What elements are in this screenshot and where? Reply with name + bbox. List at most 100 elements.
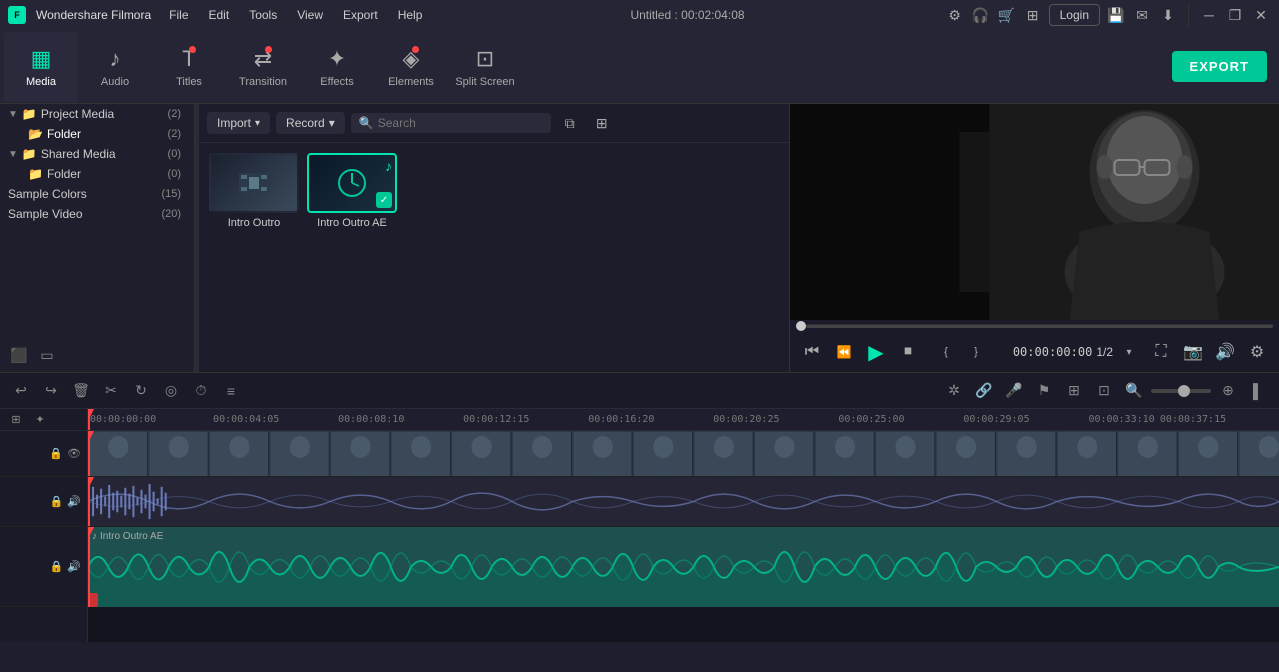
fullscreen-button[interactable]: ⛶	[1147, 338, 1175, 366]
search-input[interactable]	[378, 116, 543, 130]
login-button[interactable]: Login	[1049, 4, 1100, 26]
shared-media-label: Shared Media	[41, 147, 163, 161]
scrubber-thumb	[796, 321, 806, 331]
close-button[interactable]: ✕	[1251, 5, 1271, 25]
toolbar: ▦ Media ♪ Audio T Titles ⇄ Transition ✦ …	[0, 30, 1279, 104]
sample-video-label: Sample Video	[8, 207, 156, 221]
menu-file[interactable]: File	[161, 6, 196, 24]
tab-effects[interactable]: ✦ Effects	[300, 32, 374, 102]
apps-icon[interactable]: ⊞	[1023, 5, 1043, 25]
scrubber-track[interactable]	[806, 325, 1273, 328]
tree-sample-video[interactable]: Sample Video (20)	[0, 204, 194, 224]
project-media-arrow: ▼	[8, 109, 18, 120]
speed-button[interactable]: ↻	[128, 378, 154, 404]
delete-button[interactable]: 🗑	[68, 378, 94, 404]
menu-edit[interactable]: Edit	[201, 6, 238, 24]
tab-titles-label: Titles	[176, 76, 202, 88]
tree-sample-colors[interactable]: Sample Colors (15)	[0, 184, 194, 204]
play-button[interactable]: ▶	[862, 338, 890, 366]
motion-track-button[interactable]: ⊞	[1061, 378, 1087, 404]
project-media-label: Project Media	[41, 107, 163, 121]
magnet-button[interactable]: ✦	[30, 410, 50, 430]
rewind-button[interactable]: ⏮	[798, 338, 826, 366]
tab-transition[interactable]: ⇄ Transition	[226, 32, 300, 102]
tab-audio[interactable]: ♪ Audio	[78, 32, 152, 102]
minimize-button[interactable]: ─	[1199, 5, 1219, 25]
tree-project-media[interactable]: ▼ 📁 Project Media (2)	[0, 104, 194, 124]
crop-button[interactable]: ◎	[158, 378, 184, 404]
tab-titles[interactable]: T Titles	[152, 32, 226, 102]
media-icon: ▦	[31, 46, 52, 72]
maximize-button[interactable]: ❐	[1225, 5, 1245, 25]
new-folder-button[interactable]: ⬛	[8, 344, 30, 366]
volume-button[interactable]: 🔊	[1211, 338, 1239, 366]
menu-help[interactable]: Help	[390, 6, 431, 24]
menu-tools[interactable]: Tools	[241, 6, 285, 24]
tree-shared-media[interactable]: ▼ 📁 Shared Media (0)	[0, 144, 194, 164]
video-eye-icon: 👁	[67, 447, 81, 460]
adjust-button[interactable]: ≡	[218, 378, 244, 404]
tree-folder[interactable]: 📂 Folder (2)	[0, 124, 194, 144]
shared-media-count: (0)	[163, 147, 186, 161]
video-track[interactable]	[88, 431, 1279, 477]
pip-button[interactable]: ⊡	[1091, 378, 1117, 404]
audio-track-1[interactable]: // Generated via inline for waveform loo…	[88, 477, 1279, 527]
media-item-intro-outro-ae[interactable]: ♪ ✓ Intro Outro AE	[307, 153, 397, 229]
timeline-section: ↩ ↪ 🗑 ✂ ↻ ◎ ⏱ ≡ ✲ 🔗 🎤 ⚑ ⊞ ⊡ 🔍 ⊕ ▌ ⊞	[0, 372, 1279, 642]
mic-button[interactable]: 🎤	[1001, 378, 1027, 404]
intro-outro-ae-label: Intro Outro AE	[307, 217, 397, 229]
time-display: 00:00:00:00	[1013, 345, 1092, 359]
undo-button[interactable]: ↩	[8, 378, 34, 404]
titles-icon: T	[182, 46, 195, 72]
media-item-intro-outro[interactable]: Intro Outro	[209, 153, 299, 229]
redo-button[interactable]: ↪	[38, 378, 64, 404]
email-icon[interactable]: ✉	[1132, 5, 1152, 25]
stop-button[interactable]: ⏹	[894, 338, 922, 366]
screenshot-button[interactable]: 📷	[1179, 338, 1207, 366]
preview-scrubber[interactable]	[790, 320, 1279, 332]
prev-frame-button[interactable]: {	[932, 338, 960, 366]
marker-button[interactable]: ⚑	[1031, 378, 1057, 404]
tab-media[interactable]: ▦ Media	[4, 32, 78, 102]
snap-button[interactable]: ✲	[941, 378, 967, 404]
transition-icon: ⇄	[254, 46, 272, 72]
filter-button[interactable]: ⧉	[557, 110, 583, 136]
zoom-slider[interactable]	[1151, 389, 1211, 393]
import-button[interactable]: Import ▾	[207, 112, 270, 134]
settings2-button[interactable]: ⚙	[1243, 338, 1271, 366]
search-box[interactable]: 🔍	[351, 113, 551, 133]
page-dropdown[interactable]: ▾	[1115, 338, 1143, 366]
link-button[interactable]: 🔗	[971, 378, 997, 404]
timeline-toolbar: ↩ ↪ 🗑 ✂ ↻ ◎ ⏱ ≡ ✲ 🔗 🎤 ⚑ ⊞ ⊡ 🔍 ⊕ ▌	[0, 373, 1279, 409]
timeline-tracks[interactable]: 00:00:00:00 00:00:04:05 00:00:08:10 00:0…	[88, 409, 1279, 642]
zoom-in-button[interactable]: ⊕	[1215, 378, 1241, 404]
time-ruler: 00:00:00:00 00:00:04:05 00:00:08:10 00:0…	[88, 409, 1279, 431]
folder-icon: 📂	[28, 127, 43, 141]
add-track-button[interactable]: ⊞	[6, 410, 26, 430]
settings-icon[interactable]: ⚙	[945, 5, 965, 25]
export-button[interactable]: EXPORT	[1172, 51, 1267, 82]
step-back-button[interactable]: ⏪	[830, 338, 858, 366]
next-frame-button[interactable]: }	[962, 338, 990, 366]
ruler-spacer: ⊞ ✦	[0, 409, 87, 431]
tree-folder2[interactable]: 📁 Folder (0)	[0, 164, 194, 184]
download-icon[interactable]: ⬇	[1158, 5, 1178, 25]
time-remap-button[interactable]: ⏱	[188, 378, 214, 404]
sidebar-button[interactable]: ▌	[1245, 378, 1271, 404]
delete-folder-button[interactable]: ▭	[36, 344, 58, 366]
record-button[interactable]: Record ▾	[276, 112, 345, 134]
search-icon: 🔍	[359, 116, 374, 130]
menu-view[interactable]: View	[289, 6, 331, 24]
tab-split-screen[interactable]: ⊡ Split Screen	[448, 32, 522, 102]
view-toggle-button[interactable]: ⊞	[589, 110, 615, 136]
zoom-thumb[interactable]	[1178, 385, 1190, 397]
save-icon[interactable]: 💾	[1106, 5, 1126, 25]
tab-elements[interactable]: ◈ Elements	[374, 32, 448, 102]
timeline-body: ⊞ ✦ 🔒 👁 🔒 🔊 🔒 🔊 00:00:00:00 00:0	[0, 409, 1279, 642]
menu-export[interactable]: Export	[335, 6, 386, 24]
audio-track-2[interactable]: ♪ Intro Outro AE	[88, 527, 1279, 607]
cut-button[interactable]: ✂	[98, 378, 124, 404]
headset-icon[interactable]: 🎧	[971, 5, 991, 25]
cart-icon[interactable]: 🛒	[997, 5, 1017, 25]
zoom-out-button[interactable]: 🔍	[1121, 378, 1147, 404]
